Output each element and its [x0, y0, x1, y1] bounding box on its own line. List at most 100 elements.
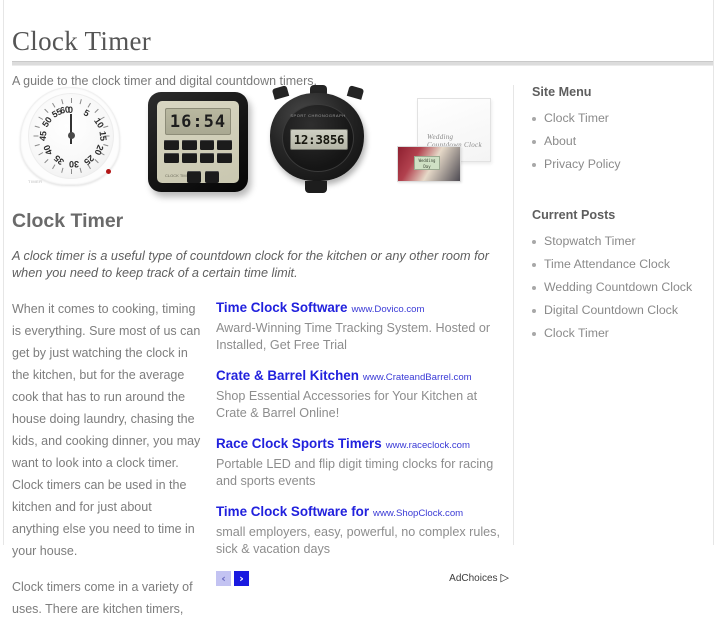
ad-headline-row: Crate & Barrel Kitchen www.CrateandBarrel…: [216, 367, 509, 386]
header-divider: [12, 61, 713, 66]
sidebar-item-about[interactable]: About: [532, 130, 713, 153]
ad-title-link[interactable]: Race Clock Sports Timers: [216, 436, 382, 451]
sidebar-item-digital-countdown-clock[interactable]: Digital Countdown Clock: [532, 299, 713, 322]
keypad-key: [217, 140, 232, 150]
sidebar-item-privacy-policy[interactable]: Privacy Policy: [532, 153, 713, 176]
adchoices-link[interactable]: AdChoices ▷: [449, 572, 509, 585]
kitchen-timer-needle: [70, 114, 72, 145]
main-content: 0 5 10 15 20 25 30 35 40 45 50 55 60 TIM…: [12, 85, 509, 634]
wedding-clock-card: Wedding Day: [397, 146, 461, 182]
stopwatch-brand: SPORT CHRONOGRAPH: [290, 113, 346, 118]
article-paragraph: Clock timers come in a variety of uses. …: [12, 580, 193, 616]
ad-headline-row: Race Clock Sports Timers www.raceclock.co…: [216, 435, 509, 454]
article-text-column: When it comes to cooking, timing is ever…: [12, 298, 202, 634]
image-cell-stopwatch: SPORT CHRONOGRAPH 12:3856: [248, 85, 370, 193]
sidebar-list-site-menu: Clock Timer About Privacy Policy: [532, 107, 713, 176]
kitchen-timer-brand: TIMER: [28, 179, 43, 184]
article-paragraph: When it comes to cooking, timing is ever…: [12, 302, 201, 558]
sidebar-heading-current-posts: Current Posts: [532, 208, 616, 222]
ad-title-link[interactable]: Crate & Barrel Kitchen: [216, 368, 359, 383]
keypad-key: [181, 140, 197, 150]
ad-unit[interactable]: Time Clock Software for www.ShopClock.com…: [216, 503, 509, 558]
article-title: Clock Timer: [12, 210, 124, 232]
sidebar-item-clock-timer-post[interactable]: Clock Timer: [532, 322, 713, 345]
image-cell-wedding-clock: Wedding Countdown Clock Wedding Day: [370, 85, 495, 192]
sidebar-list-current-posts: Stopwatch Timer Time Attendance Clock We…: [532, 230, 713, 345]
ad-url[interactable]: www.ShopClock.com: [373, 508, 463, 519]
sidebar-link[interactable]: Privacy Policy: [544, 157, 621, 171]
keypad-key-large: [205, 171, 219, 183]
ad-title-link[interactable]: Time Clock Software for: [216, 504, 369, 519]
dial-number: 45: [37, 130, 49, 142]
ad-headline-row: Time Clock Software for www.ShopClock.com: [216, 503, 509, 522]
keypad-key: [164, 140, 179, 150]
sidebar-heading-site-menu: Site Menu: [532, 85, 592, 99]
dial-number: 25: [81, 152, 97, 168]
kitchen-timer-knob: [67, 131, 75, 139]
digital-square-timer-image: 16:54 CLOCK TIMER: [148, 92, 248, 192]
ad-next-button[interactable]: ›: [234, 571, 249, 586]
dial-number: 15: [97, 130, 109, 142]
sidebar-item-time-attendance-clock[interactable]: Time Attendance Clock: [532, 253, 713, 276]
stopwatch-base: [305, 181, 327, 193]
ad-url[interactable]: www.CrateandBarrel.com: [363, 372, 472, 383]
digital-timer-display: 16:54: [165, 108, 231, 135]
sidebar-link[interactable]: Time Attendance Clock: [544, 257, 670, 271]
ad-prev-button[interactable]: ‹: [216, 571, 231, 586]
digital-timer-face: 16:54 CLOCK TIMER: [157, 101, 239, 183]
sidebar-link[interactable]: Wedding Countdown Clock: [544, 280, 692, 294]
sidebar-link[interactable]: Stopwatch Timer: [544, 234, 636, 248]
site-header: Clock Timer A guide to the clock timer a…: [12, 24, 713, 89]
page-root: Clock Timer A guide to the clock timer a…: [0, 0, 727, 616]
sidebar-link[interactable]: Digital Countdown Clock: [544, 303, 678, 317]
ad-unit[interactable]: Race Clock Sports Timers www.raceclock.co…: [216, 435, 509, 490]
sidebar-link[interactable]: About: [544, 134, 576, 148]
sidebar-link[interactable]: Clock Timer: [544, 111, 609, 125]
sidebar-link[interactable]: Clock Timer: [544, 326, 609, 340]
sidebar-item-clock-timer[interactable]: Clock Timer: [532, 107, 713, 130]
kitchen-timer-dial: 0 5 10 15 20 25 30 35 40 45 50 55 60: [28, 93, 114, 179]
article-lead: A clock timer is a useful type of countd…: [12, 249, 489, 280]
ad-url[interactable]: www.raceclock.com: [386, 440, 470, 451]
ad-description: Portable LED and flip digit timing clock…: [216, 457, 494, 488]
image-cell-kitchen-timer: 0 5 10 15 20 25 30 35 40 45 50 55 60 TIM…: [12, 85, 130, 190]
stopwatch-button-right: [346, 85, 365, 100]
keypad-key: [181, 153, 197, 163]
product-image-strip: 0 5 10 15 20 25 30 35 40 45 50 55 60 TIM…: [12, 85, 509, 193]
page-left-border: [3, 0, 4, 545]
digital-timer-keypad: [164, 140, 232, 163]
page-right-border: [713, 0, 714, 545]
ad-url[interactable]: www.Dovico.com: [351, 304, 424, 315]
wedding-countdown-clock-image: Wedding Countdown Clock Wedding Day: [395, 92, 495, 192]
wedding-clock-display: Wedding Day: [414, 156, 440, 170]
ad-title-link[interactable]: Time Clock Software: [216, 300, 347, 315]
dial-number: 30: [69, 159, 80, 169]
ad-description: Shop Essential Accessories for Your Kitc…: [216, 389, 478, 420]
digital-timer-action-keys: [187, 171, 219, 183]
sidebar-item-stopwatch-timer[interactable]: Stopwatch Timer: [532, 230, 713, 253]
stopwatch-button-left: [271, 85, 290, 100]
keypad-key: [164, 153, 179, 163]
image-cell-digital-timer: 16:54 CLOCK TIMER: [130, 85, 248, 192]
keypad-key: [199, 140, 215, 150]
advertisement-block: Time Clock Software www.Dovico.com Award-…: [202, 298, 509, 634]
dial-number: 5: [81, 107, 92, 119]
keypad-key: [199, 153, 215, 163]
ad-unit[interactable]: Crate & Barrel Kitchen www.CrateandBarrel…: [216, 367, 509, 422]
stopwatch-display: 12:3856: [290, 129, 348, 150]
dial-number: 60: [59, 104, 71, 116]
sidebar-item-wedding-countdown-clock[interactable]: Wedding Countdown Clock: [532, 276, 713, 299]
page-title: Clock Timer: [12, 26, 152, 56]
keypad-key-large: [187, 171, 201, 183]
adchoices-label: AdChoices: [449, 573, 498, 584]
adchoices-icon: ▷: [500, 572, 509, 584]
dial-number: 10: [92, 116, 106, 130]
stopwatch-body: SPORT CHRONOGRAPH 12:3856: [270, 93, 364, 181]
mechanical-kitchen-timer-image: 0 5 10 15 20 25 30 35 40 45 50 55 60 TIM…: [12, 85, 130, 190]
dial-number: 50: [40, 115, 54, 129]
stopwatch-face: SPORT CHRONOGRAPH 12:3856: [282, 104, 354, 172]
ad-unit[interactable]: Time Clock Software www.Dovico.com Award-…: [216, 299, 509, 354]
keypad-key: [217, 153, 232, 163]
ad-description: Award-Winning Time Tracking System. Host…: [216, 321, 491, 352]
article-body-row: When it comes to cooking, timing is ever…: [12, 298, 509, 634]
